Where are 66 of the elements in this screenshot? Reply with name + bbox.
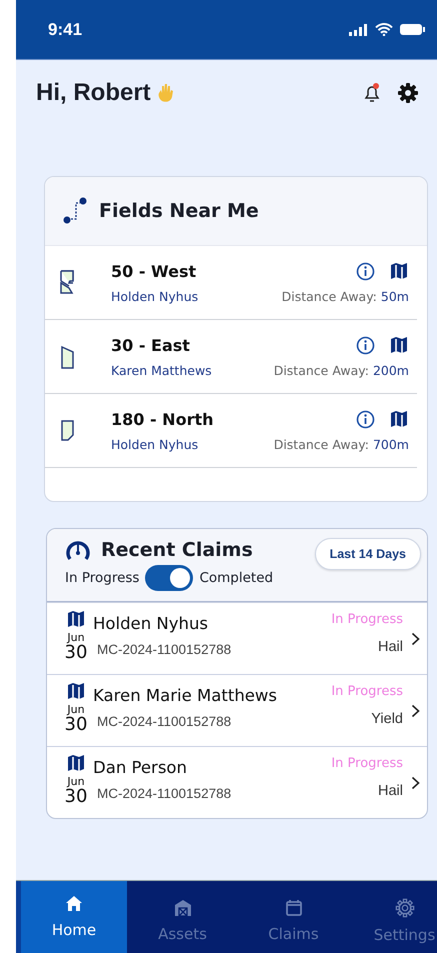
claim-type: Yield [371,711,403,727]
home-icon [65,895,83,913]
claim-day: 30 [64,788,88,806]
claim-status: In Progress [331,684,403,699]
route-icon [63,197,87,225]
info-icon[interactable] [356,336,375,354]
distance-value: 200m [372,363,409,378]
toggle-label: Completed [199,570,274,586]
claim-type: Hail [378,639,403,655]
claimant-name: Holden Nyhus [93,614,210,633]
claim-number: MC-2024-1100152788 [96,714,232,729]
field-shape-icon [59,268,77,296]
signal-icon [349,24,369,36]
date-range-button[interactable]: Last 14 Days [314,538,421,570]
map-icon [66,753,86,773]
calendar-icon [284,899,302,917]
owner-name: Holden Nyhus [111,288,200,304]
map-icon[interactable] [389,261,409,281]
settings-icon [394,898,414,918]
settings-icon[interactable] [397,82,419,104]
map-icon [66,681,86,701]
distance-value: 50m [380,289,409,304]
greeting: Hi, Robert [36,79,151,107]
distance-value: 700m [372,437,409,452]
distance-label: Distance Away: [274,363,369,378]
wifi-icon [375,23,393,36]
field-name: 50 - West [111,262,198,280]
claimant-name: Karen Marie Matthews [93,686,278,705]
waving-hand-icon [156,83,175,103]
card-title: Fields Near Me [99,200,259,222]
claim-number: MC-2024-1100152788 [96,786,232,801]
chevron-right-icon[interactable] [410,632,420,646]
clock-time: 9:41 [48,20,82,40]
map-icon[interactable] [389,335,409,355]
field-name: 180 - North [111,410,214,428]
status-toggle[interactable] [145,565,194,591]
claim-status: In Progress [331,612,403,627]
chevron-right-icon[interactable] [410,776,420,790]
claim-day: 30 [64,644,88,662]
barn-icon [174,899,192,917]
tab[interactable]: Assets [127,881,238,953]
battery-icon [399,23,425,36]
info-icon[interactable] [356,262,375,280]
claim-type: Hail [378,783,403,799]
tab[interactable]: Claims [238,881,349,953]
map-icon [66,609,86,629]
toggle-label: In Progress [65,570,140,586]
claim-month: Jun [67,775,85,788]
distance-label: Distance Away: [274,437,369,452]
claim-month: Jun [67,703,85,716]
card-title: Recent Claims [101,539,253,561]
claim-number: MC-2024-1100152788 [96,642,232,657]
claim-status: In Progress [331,756,403,771]
tab[interactable]: Home [16,881,127,953]
owner-name: Holden Nyhus [111,436,200,452]
field-name: 30 - East [111,336,191,354]
map-icon[interactable] [389,409,409,429]
claim-month: Jun [67,631,85,644]
chevron-right-icon[interactable] [410,704,420,718]
claimant-name: Dan Person [93,758,188,777]
gauge-icon [65,539,91,561]
claim-day: 30 [64,716,88,734]
owner-name: Karen Matthews [111,362,213,378]
distance-label: Distance Away: [282,289,377,304]
tab[interactable]: Settings [349,881,437,953]
info-icon[interactable] [356,410,375,428]
